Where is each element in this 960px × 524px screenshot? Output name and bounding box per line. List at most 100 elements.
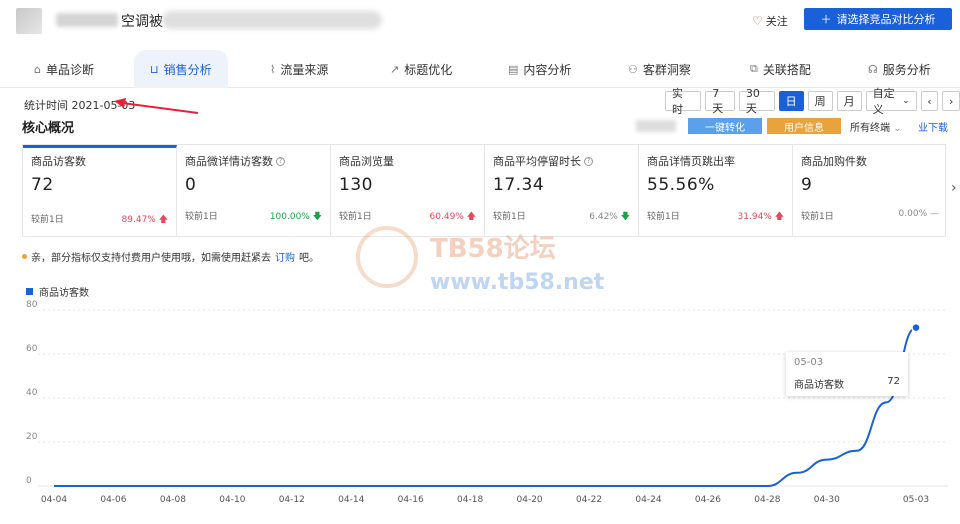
chevron-down-icon: ⌄ [893, 123, 902, 134]
x-tick-label: 04-08 [160, 495, 186, 505]
terminal-select[interactable]: 所有终端 ⌄ [850, 119, 902, 134]
metric-label: 商品详情页跳出率 [647, 155, 735, 168]
range-month-button[interactable]: 月 [836, 91, 862, 111]
chart-tooltip: 05-03 商品访客数 72 [786, 352, 908, 396]
arrow-down-icon: 🡇 [620, 212, 630, 222]
metric-label: 商品平均停留时长? [493, 153, 630, 169]
trend-icon: ↗ [390, 62, 400, 76]
tab-content-analysis[interactable]: ▤ 内容分析 [508, 50, 571, 88]
compare-competitor-button[interactable]: ＋ 请选择竞品对比分析 [804, 8, 952, 30]
bag-icon: ⊔ [150, 62, 159, 76]
x-tick-label: 04-18 [457, 495, 483, 505]
follow-label: 关注 [765, 15, 788, 28]
tab-service-analysis[interactable]: ☊ 服务分析 [868, 50, 931, 88]
tab-label: 销售分析 [163, 62, 212, 77]
custom-label: 自定义 [872, 87, 895, 116]
user-info-button[interactable]: 用户信息 [767, 118, 841, 134]
chevron-down-icon: ⌄ [902, 96, 910, 106]
heart-icon: ♡ [752, 14, 763, 28]
metric-card-avg-stay[interactable]: 商品平均停留时长? 17.34 较前1日 6.42% 🡇 [485, 145, 639, 236]
metric-card-micro-detail-visitors[interactable]: 商品微详情访客数? 0 较前1日 100.00% 🡇 [177, 145, 331, 236]
next-metrics-chevron-icon[interactable]: › [951, 180, 957, 196]
tab-label: 服务分析 [882, 62, 931, 77]
tab-label: 标题优化 [404, 62, 453, 77]
chevron-left-icon: ‹ [927, 94, 932, 108]
notice-dot-icon [22, 254, 27, 259]
range-day-button[interactable]: 日 [778, 91, 804, 111]
metric-value: 55.56% [647, 175, 715, 195]
dash-icon: — [930, 209, 939, 219]
tooltip-label: 商品访客数 [794, 380, 844, 391]
y-tick-label: 0 [26, 476, 32, 486]
help-icon[interactable]: ? [584, 156, 593, 166]
metric-cards: 商品访客数 72 较前1日 89.47% 🡅 商品微详情访客数? 0 较前1日 … [22, 144, 946, 237]
headset-icon: ☊ [868, 62, 878, 76]
prev-date-button[interactable]: ‹ [920, 91, 939, 111]
chevron-right-icon: › [948, 94, 954, 108]
x-tick-label: 04-22 [576, 495, 602, 505]
link-icon: ⧉ [750, 62, 758, 75]
tab-label: 关联搭配 [762, 62, 811, 77]
metric-compare: 较前1日 6.42% 🡇 [493, 212, 630, 222]
paid-feature-notice: 亲，部分指标仅支持付费用户使用哦，如需使用赶紧去 订购 吧。 [22, 249, 319, 264]
tab-label: 单品诊断 [45, 62, 94, 77]
range-30day-button[interactable]: 30天 [738, 87, 775, 115]
house-icon: ⌂ [34, 62, 41, 76]
download-link[interactable]: 业下载 [918, 119, 948, 134]
x-tick-label: 04-12 [279, 495, 305, 505]
range-7day-button[interactable]: 7天 [705, 87, 735, 115]
tab-item-diagnosis[interactable]: ⌂ 单品诊断 [34, 50, 94, 88]
metric-compare: 较前1日 60.49% 🡅 [339, 212, 476, 222]
one-click-convert-button[interactable]: 一键转化 [688, 118, 762, 134]
tab-label: 客群洞察 [642, 62, 691, 77]
tooltip-date: 05-03 [794, 357, 824, 368]
core-overview-title: 核心概况 [22, 121, 75, 136]
legend-swatch [26, 288, 33, 295]
blurred-text [636, 120, 676, 132]
blurred-title-suffix [162, 11, 382, 29]
metric-value: 72 [31, 175, 54, 195]
metric-card-bounce-rate[interactable]: 商品详情页跳出率 55.56% 较前1日 31.94% 🡅 [639, 145, 793, 236]
arrow-down-icon: 🡇 [312, 212, 322, 222]
analysis-tabs: ⌂ 单品诊断 ⊔ 销售分析 ⌇ 流量来源 ↗ 标题优化 ▤ 内容分析 ⚇ 客群洞… [0, 50, 960, 88]
y-tick-label: 60 [26, 344, 38, 354]
x-tick-label: 05-03 [903, 495, 929, 505]
range-week-button[interactable]: 周 [807, 91, 833, 111]
metric-label: 商品加购件数 [801, 155, 867, 168]
users-icon: ⚇ [628, 62, 638, 76]
metric-card-add-to-cart[interactable]: 商品加购件数 9 较前1日 0.00% — [793, 145, 947, 236]
metric-card-visitors[interactable]: 商品访客数 72 较前1日 89.47% 🡅 [23, 145, 177, 236]
subscribe-link[interactable]: 订购 [275, 249, 295, 264]
x-tick-label: 04-10 [219, 495, 245, 505]
next-date-button[interactable]: › [942, 91, 960, 111]
line-chart-icon: ⌇ [270, 62, 276, 76]
y-tick-label: 80 [26, 300, 38, 310]
terminal-label: 所有终端 [850, 123, 890, 134]
arrow-up-icon: 🡅 [774, 212, 784, 222]
range-realtime-button[interactable]: 实 时 [665, 87, 702, 116]
document-icon: ▤ [508, 62, 519, 76]
tab-label: 流量来源 [280, 62, 329, 77]
tab-related-match[interactable]: ⧉ 关联搭配 [750, 50, 811, 88]
forum-watermark: TB58论坛 www.tb58.net [356, 226, 616, 306]
x-tick-label: 04-16 [398, 495, 424, 505]
compare-label: 请选择竞品对比分析 [836, 13, 936, 26]
x-tick-label: 04-26 [695, 495, 721, 505]
plus-icon: ＋ [820, 13, 832, 26]
tab-customer-insight[interactable]: ⚇ 客群洞察 [628, 50, 691, 88]
arrow-up-icon: 🡅 [466, 212, 476, 222]
range-custom-button[interactable]: 自定义 ⌄ [865, 87, 917, 116]
visitors-line-chart: 0 20 40 60 80 04-04 04-06 04-08 04-10 04-12 04-14 0… [26, 300, 948, 505]
x-tick-label: 04-28 [754, 495, 780, 505]
metric-compare: 较前1日 89.47% 🡅 [31, 215, 168, 225]
metric-card-pageviews[interactable]: 商品浏览量 130 较前1日 60.49% 🡅 [331, 145, 485, 236]
core-overview-header: 核心概况 一键转化 用户信息 所有终端 ⌄ 业下载 [0, 114, 960, 144]
tab-traffic-source[interactable]: ⌇ 流量来源 [270, 50, 328, 88]
tab-title-optimize[interactable]: ↗ 标题优化 [390, 50, 452, 88]
x-tick-label: 04-20 [517, 495, 543, 505]
y-tick-label: 20 [26, 432, 38, 442]
help-icon[interactable]: ? [276, 156, 285, 166]
tab-sales-analysis[interactable]: ⊔ 销售分析 [134, 50, 228, 88]
follow-button[interactable]: ♡ 关注 [752, 13, 788, 29]
product-thumbnail [16, 8, 42, 34]
